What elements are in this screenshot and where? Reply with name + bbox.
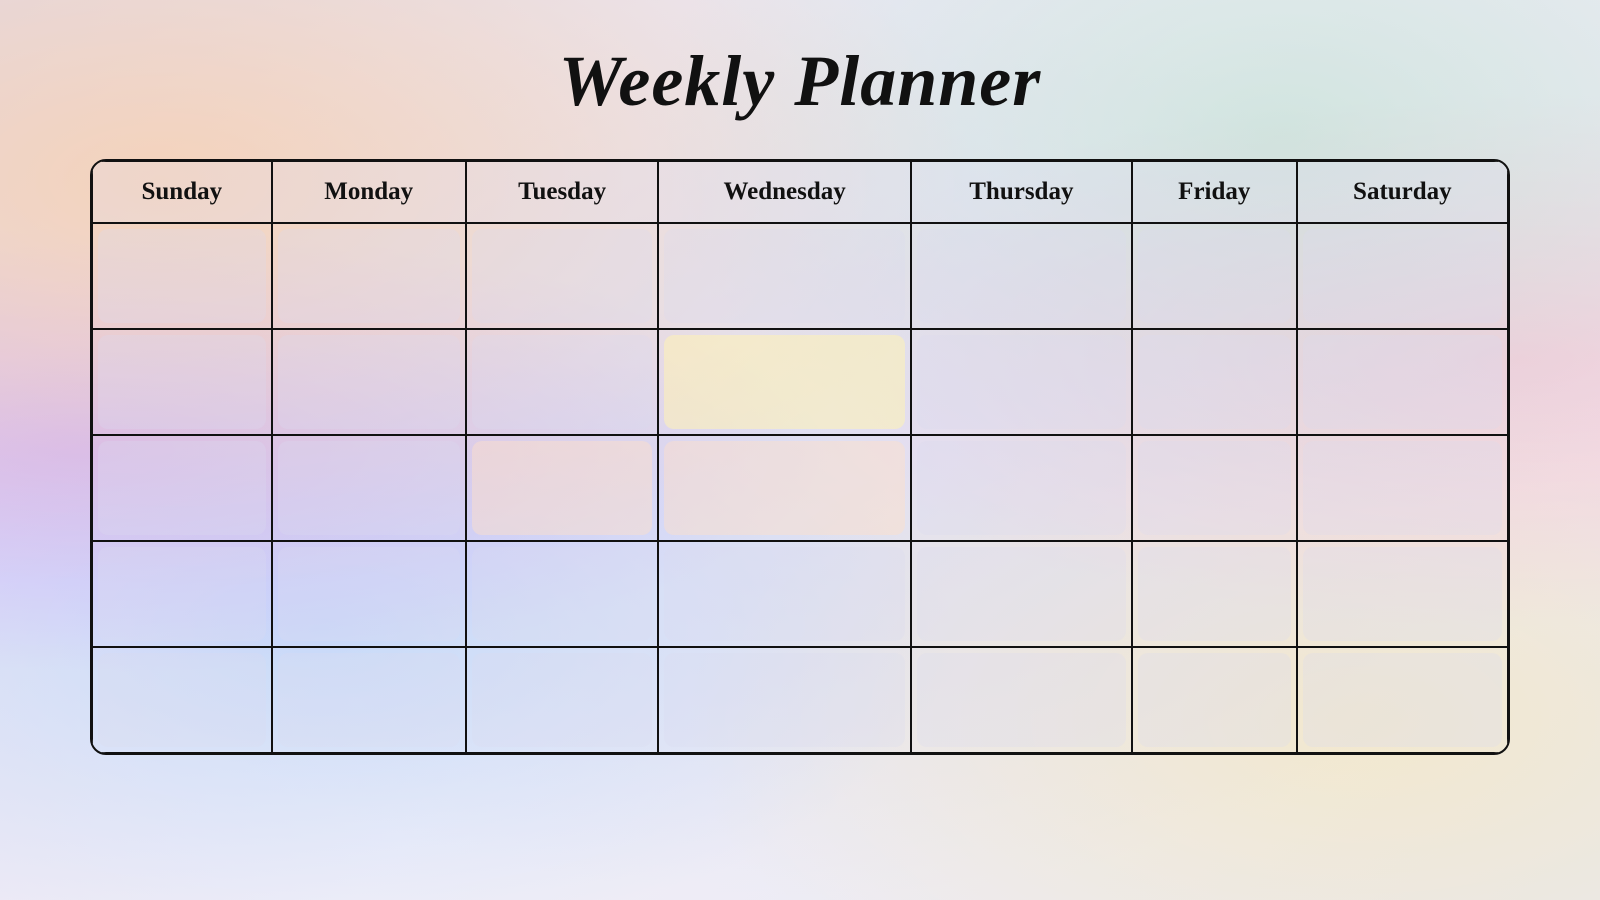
- cell-r1-c3[interactable]: [658, 329, 911, 435]
- cell-r0-c4[interactable]: [911, 223, 1132, 329]
- weekly-planner-grid: SundayMondayTuesdayWednesdayThursdayFrid…: [90, 159, 1510, 755]
- cell-r4-c2[interactable]: [466, 647, 659, 753]
- cell-r4-c5[interactable]: [1132, 647, 1297, 753]
- cell-r2-c2[interactable]: [466, 435, 659, 541]
- cell-r4-c3[interactable]: [658, 647, 911, 753]
- cell-r3-c3[interactable]: [658, 541, 911, 647]
- cell-r1-c4[interactable]: [911, 329, 1132, 435]
- header-cell-thursday: Thursday: [911, 161, 1132, 223]
- cell-r0-c5[interactable]: [1132, 223, 1297, 329]
- cell-r3-c2[interactable]: [466, 541, 659, 647]
- cell-r3-c4[interactable]: [911, 541, 1132, 647]
- cell-r0-c1[interactable]: [272, 223, 466, 329]
- cell-r3-c0[interactable]: [92, 541, 272, 647]
- cell-r2-c4[interactable]: [911, 435, 1132, 541]
- cell-r0-c2[interactable]: [466, 223, 659, 329]
- cell-r3-c1[interactable]: [272, 541, 466, 647]
- cell-r1-c5[interactable]: [1132, 329, 1297, 435]
- cell-r2-c1[interactable]: [272, 435, 466, 541]
- header-cell-friday: Friday: [1132, 161, 1297, 223]
- cell-r1-c1[interactable]: [272, 329, 466, 435]
- cell-r0-c0[interactable]: [92, 223, 272, 329]
- body-row-4: [92, 647, 1508, 753]
- cell-r0-c3[interactable]: [658, 223, 911, 329]
- body-row-1: [92, 329, 1508, 435]
- cell-r4-c4[interactable]: [911, 647, 1132, 753]
- cell-r3-c6[interactable]: [1297, 541, 1508, 647]
- header-row: SundayMondayTuesdayWednesdayThursdayFrid…: [92, 161, 1508, 223]
- body-row-3: [92, 541, 1508, 647]
- cell-r4-c6[interactable]: [1297, 647, 1508, 753]
- header-cell-saturday: Saturday: [1297, 161, 1508, 223]
- header-cell-wednesday: Wednesday: [658, 161, 911, 223]
- header-cell-tuesday: Tuesday: [466, 161, 659, 223]
- body-row-2: [92, 435, 1508, 541]
- cell-r2-c6[interactable]: [1297, 435, 1508, 541]
- page-title: Weekly Planner: [559, 40, 1042, 123]
- page-content: Weekly Planner SundayMondayTuesdayWednes…: [0, 0, 1600, 900]
- cell-r2-c5[interactable]: [1132, 435, 1297, 541]
- header-cell-sunday: Sunday: [92, 161, 272, 223]
- cell-r1-c6[interactable]: [1297, 329, 1508, 435]
- cell-r0-c6[interactable]: [1297, 223, 1508, 329]
- cell-r1-c0[interactable]: [92, 329, 272, 435]
- cell-r2-c0[interactable]: [92, 435, 272, 541]
- cell-r2-c3[interactable]: [658, 435, 911, 541]
- body-row-0: [92, 223, 1508, 329]
- cell-r3-c5[interactable]: [1132, 541, 1297, 647]
- cell-r4-c0[interactable]: [92, 647, 272, 753]
- cell-r1-c2[interactable]: [466, 329, 659, 435]
- cell-r4-c1[interactable]: [272, 647, 466, 753]
- header-cell-monday: Monday: [272, 161, 466, 223]
